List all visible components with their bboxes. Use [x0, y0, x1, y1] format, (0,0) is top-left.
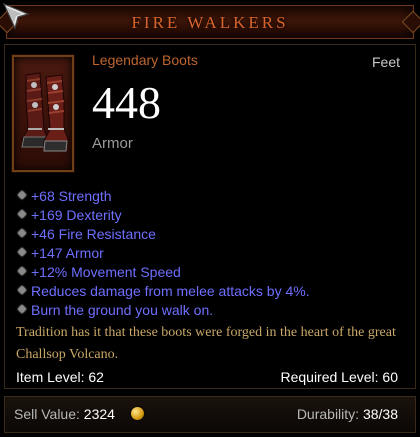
durability-value: 38/38: [362, 406, 398, 422]
durability-label: Durability:: [296, 406, 360, 422]
stat-row: Burn the ground you walk on.: [18, 300, 310, 319]
stat-list: +68 Strength +169 Dexterity +46 Fire Res…: [18, 186, 310, 319]
bullet-icon: [18, 229, 27, 238]
bullet-icon: [18, 210, 27, 219]
stat-row: +46 Fire Resistance: [18, 224, 310, 243]
stat-text: +147 Armor: [31, 244, 104, 261]
cursor-arrow-icon: [2, 2, 30, 30]
boots-icon: [21, 72, 69, 152]
stat-row: Reduces damage from melee attacks by 4%.: [18, 281, 310, 300]
stat-text: +169 Dexterity: [31, 206, 122, 223]
stat-row: +169 Dexterity: [18, 205, 310, 224]
required-level-value: 60: [382, 369, 398, 385]
bullet-icon: [18, 248, 27, 257]
durability: Durability: 38/38: [297, 406, 398, 422]
item-level: Item Level: 62: [16, 369, 104, 385]
item-tooltip: FIRE WALKERS Legendary Boots Feet 448 Ar…: [0, 0, 420, 437]
title-banner: FIRE WALKERS: [6, 5, 414, 39]
bullet-icon: [18, 267, 27, 276]
item-name: FIRE WALKERS: [131, 13, 289, 32]
required-level-label: Required Level:: [280, 369, 379, 385]
item-level-value: 62: [88, 369, 104, 385]
stat-row: +68 Strength: [18, 186, 310, 205]
required-level: Required Level: 60: [280, 369, 398, 385]
stat-row: +12% Movement Speed: [18, 262, 310, 281]
gold-coin-icon: [131, 407, 144, 420]
armor-label: Armor: [92, 135, 133, 152]
bullet-icon: [18, 191, 27, 200]
stat-text: +68 Strength: [31, 187, 112, 204]
bullet-icon: [18, 305, 27, 314]
item-slot: Feet: [371, 54, 400, 70]
item-icon-frame: [12, 55, 74, 172]
stat-row: +147 Armor: [18, 243, 310, 262]
stat-text: +46 Fire Resistance: [31, 225, 156, 242]
bullet-icon: [18, 286, 27, 295]
stat-text: Reduces damage from melee attacks by 4%.: [31, 282, 310, 299]
sell-value: Sell Value: 2324: [14, 406, 115, 422]
sell-value-label: Sell Value:: [14, 406, 80, 422]
sell-value-amount: 2324: [83, 406, 115, 422]
armor-value: 448: [92, 77, 161, 128]
stat-text: Burn the ground you walk on.: [31, 301, 214, 318]
stat-text: +12% Movement Speed: [31, 263, 181, 280]
item-level-label: Item Level:: [16, 369, 85, 385]
item-type: Legendary Boots: [92, 52, 198, 68]
flavor-text: Tradition has it that these boots were f…: [16, 325, 396, 362]
